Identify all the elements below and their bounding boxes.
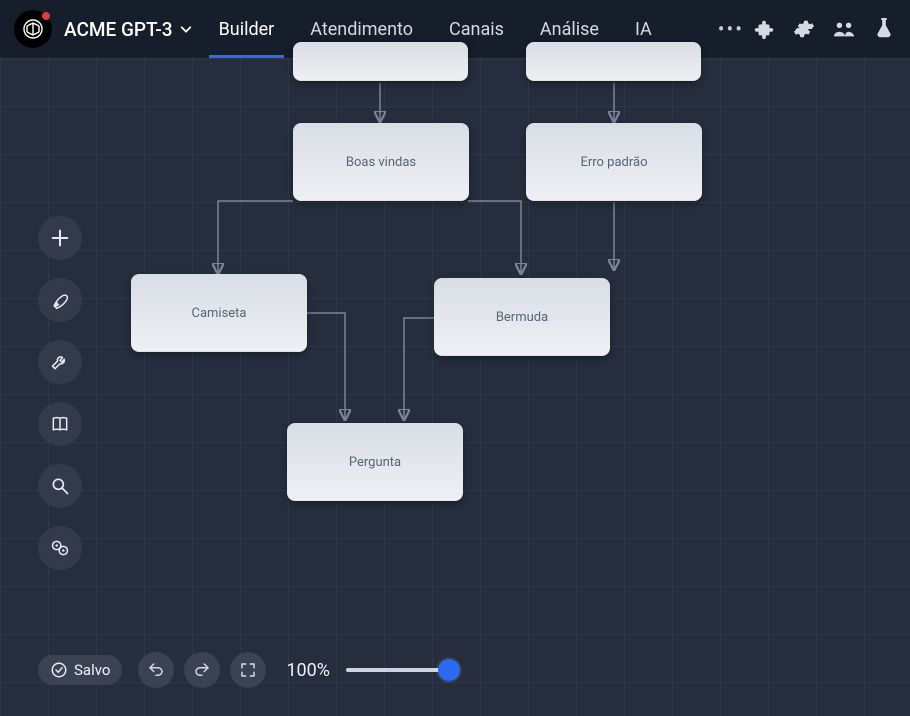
- workspace-selector[interactable]: ACME GPT-3: [64, 18, 193, 41]
- flow-node-erro-padrao[interactable]: Erro padrão: [526, 123, 702, 201]
- zoom-slider[interactable]: [346, 658, 456, 682]
- add-node-button[interactable]: [38, 216, 82, 260]
- zoom-level: 100%: [286, 660, 330, 681]
- docs-button[interactable]: [38, 402, 82, 446]
- redo-button[interactable]: [184, 652, 220, 688]
- app-logo[interactable]: [14, 10, 52, 48]
- flow-node-boas-vindas[interactable]: Boas vindas: [293, 123, 469, 201]
- save-status-label: Salvo: [74, 661, 110, 679]
- tab-builder[interactable]: Builder: [219, 0, 275, 58]
- undo-icon: [147, 661, 165, 679]
- redo-icon: [193, 661, 211, 679]
- flow-canvas[interactable]: Boas vindas Erro padrão Camiseta Bermuda…: [0, 58, 910, 716]
- variables-button[interactable]: [38, 526, 82, 570]
- team-button[interactable]: [832, 17, 856, 41]
- gear-icon: [793, 18, 815, 40]
- flow-node-top-2[interactable]: [526, 42, 701, 81]
- plus-icon: [49, 227, 71, 249]
- experiments-button[interactable]: [872, 17, 896, 41]
- node-label: Boas vindas: [346, 155, 416, 170]
- extensions-button[interactable]: [752, 17, 776, 41]
- flow-node-pergunta[interactable]: Pergunta: [287, 423, 463, 501]
- flow-node-bermuda[interactable]: Bermuda: [434, 278, 610, 356]
- people-icon: [832, 18, 856, 40]
- cog-circle-icon: [50, 538, 70, 558]
- notification-dot: [42, 12, 50, 20]
- book-icon: [50, 414, 70, 434]
- puzzle-icon: [753, 18, 775, 40]
- undo-button[interactable]: [138, 652, 174, 688]
- openai-icon: [21, 17, 45, 41]
- node-label: Bermuda: [496, 310, 548, 325]
- zoom-slider-thumb[interactable]: [438, 659, 460, 681]
- check-circle-icon: [50, 661, 68, 679]
- search-button[interactable]: [38, 464, 82, 508]
- quickstart-button[interactable]: [38, 278, 82, 322]
- flow-node-top-1[interactable]: [293, 42, 468, 81]
- flow-node-camiseta[interactable]: Camiseta: [131, 274, 307, 352]
- rocket-icon: [50, 290, 70, 310]
- settings-button[interactable]: [792, 17, 816, 41]
- workspace-name: ACME GPT-3: [64, 18, 173, 41]
- tools-button[interactable]: [38, 340, 82, 384]
- flask-icon: [874, 18, 894, 40]
- chevron-down-icon: [179, 22, 193, 36]
- node-label: Pergunta: [349, 455, 401, 470]
- node-label: Erro padrão: [580, 155, 647, 170]
- fullscreen-icon: [239, 661, 257, 679]
- search-icon: [50, 476, 70, 496]
- more-tabs-button[interactable]: •••: [718, 17, 744, 41]
- wrench-icon: [50, 352, 70, 372]
- node-label: Camiseta: [191, 306, 246, 321]
- fit-view-button[interactable]: [230, 652, 266, 688]
- save-status: Salvo: [38, 655, 122, 685]
